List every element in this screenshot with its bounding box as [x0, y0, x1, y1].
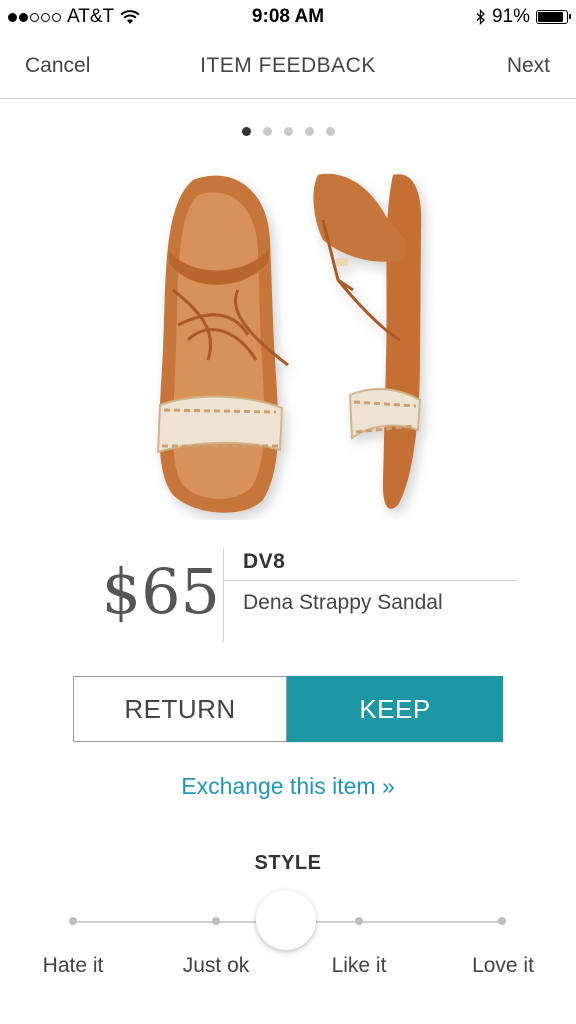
sandal-left	[156, 175, 289, 513]
divider	[224, 580, 518, 581]
battery-percent: 91%	[491, 6, 530, 27]
image-pager[interactable]	[0, 127, 576, 136]
return-keep-toggle: RETURN KEEP	[73, 676, 503, 742]
bluetooth-icon	[476, 9, 485, 25]
pager-dot[interactable]	[304, 127, 314, 136]
rating-stop[interactable]	[498, 917, 506, 925]
rating-stop[interactable]	[212, 917, 220, 925]
style-rating-slider-handle[interactable]	[256, 890, 316, 950]
pager-dot[interactable]	[262, 127, 272, 136]
exchange-item-link[interactable]: Exchange this item »	[0, 773, 576, 800]
return-button[interactable]: RETURN	[73, 676, 287, 742]
status-bar: AT&T 9:08 AM 91%	[0, 0, 576, 34]
pager-dot[interactable]	[241, 127, 251, 136]
battery-icon	[536, 10, 571, 24]
pager-dot[interactable]	[325, 127, 335, 136]
style-rating-labels: Hate it Just ok Like it Love it	[0, 954, 576, 984]
style-rating-title: STYLE	[254, 852, 322, 874]
product-brand: DV8	[243, 550, 286, 573]
pager-dot[interactable]	[283, 127, 293, 136]
rating-stop[interactable]	[355, 917, 363, 925]
rating-label-hate-it[interactable]: Hate it	[43, 954, 104, 978]
page-title: ITEM FEEDBACK	[200, 54, 376, 77]
product-price: $65	[101, 555, 220, 628]
keep-button[interactable]: KEEP	[287, 676, 503, 742]
navigation-bar: Cancel ITEM FEEDBACK Next	[0, 34, 576, 99]
status-right: 91%	[476, 6, 571, 28]
rating-stop[interactable]	[69, 917, 77, 925]
divider	[223, 548, 224, 642]
rating-label-just-ok[interactable]: Just ok	[183, 954, 250, 978]
sandal-right	[313, 173, 422, 509]
next-button[interactable]: Next	[507, 54, 550, 78]
rating-label-love-it[interactable]: Love it	[472, 954, 534, 978]
product-name: Dena Strappy Sandal	[243, 591, 443, 614]
rating-label-like-it[interactable]: Like it	[332, 954, 387, 978]
product-image[interactable]	[138, 160, 438, 520]
